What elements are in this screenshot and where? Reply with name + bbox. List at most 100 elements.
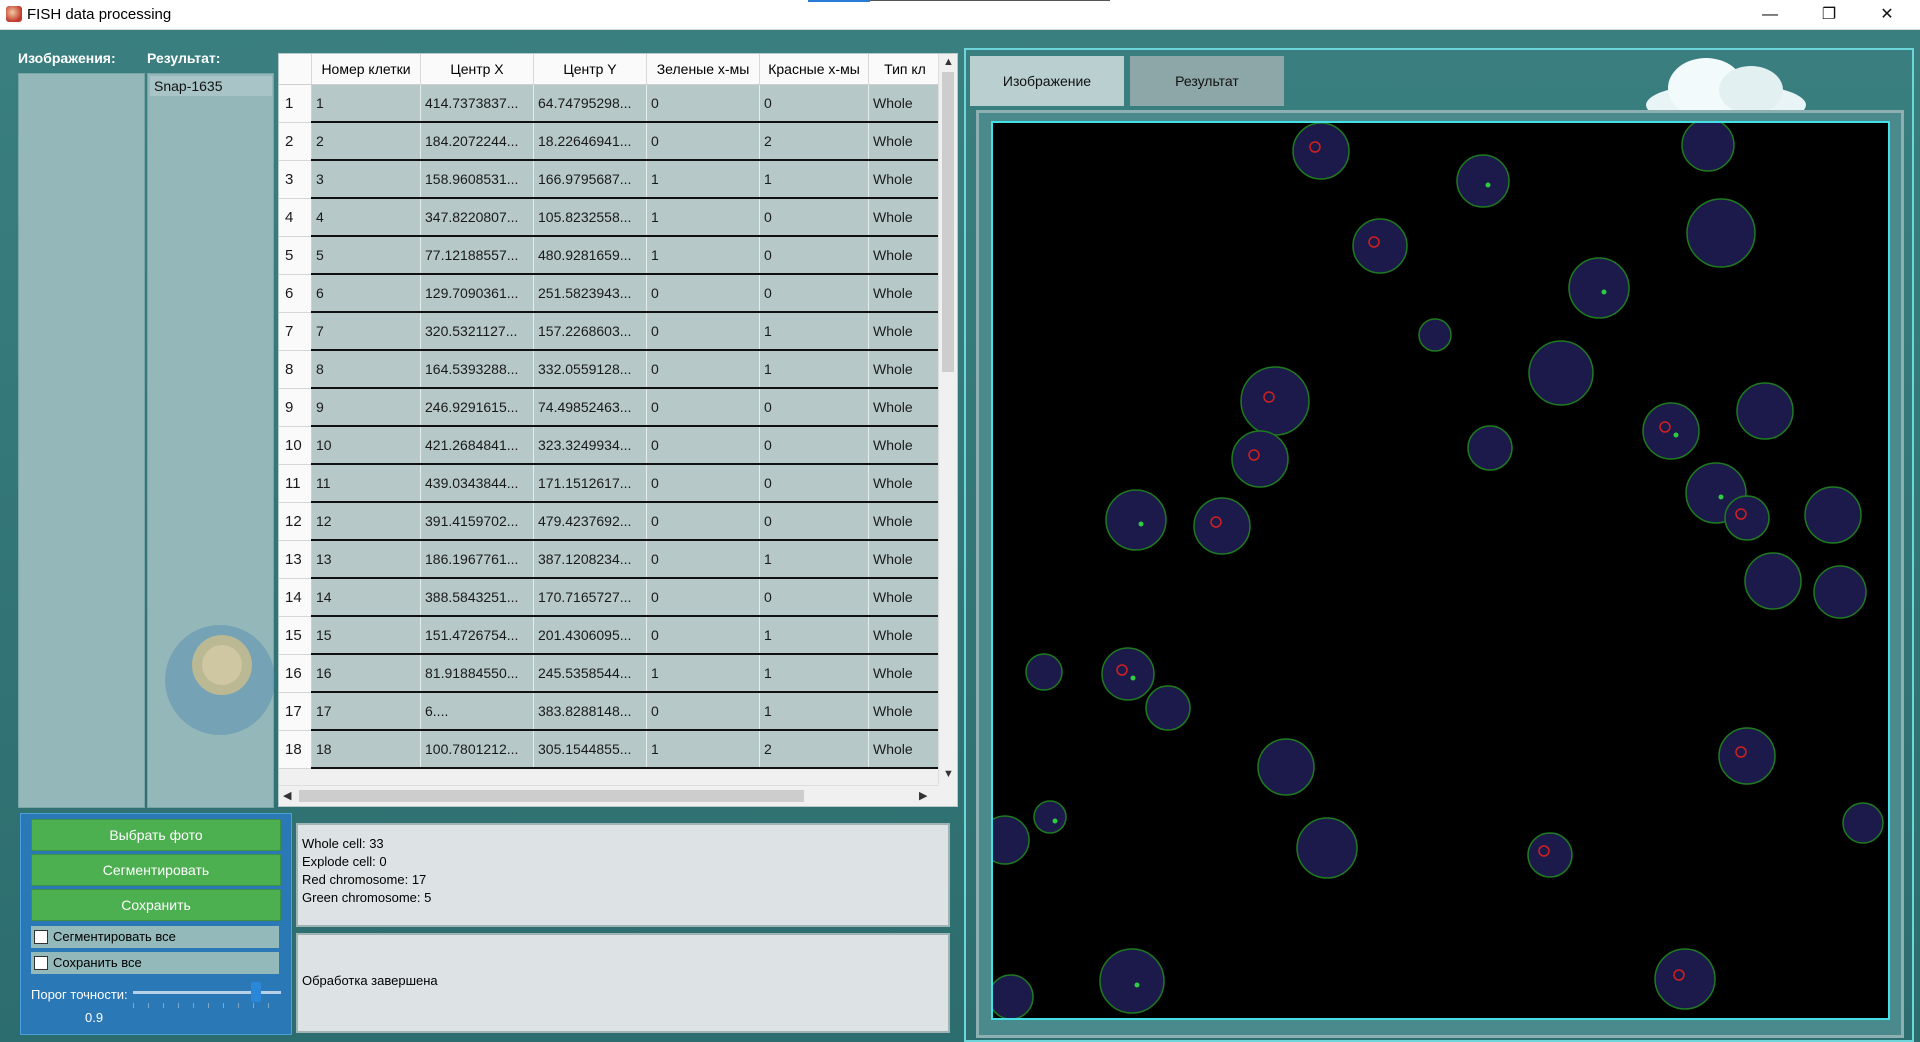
table-cell[interactable]: 0 <box>646 122 760 161</box>
save-button[interactable]: Сохранить <box>31 889 281 921</box>
table-cell[interactable]: 414.7373837... <box>420 84 534 123</box>
table-cell[interactable]: 2 <box>759 122 869 161</box>
table-cell[interactable]: 10 <box>311 426 421 465</box>
table-row[interactable]: 1 1 414.7373837... 64.74795298... 0 0 Whole <box>279 84 942 123</box>
table-row[interactable]: 9 9 246.9291615... 74.49852463... 0 0 Whole <box>279 388 942 427</box>
table-row[interactable]: 8 8 164.5393288... 332.0559128... 0 1 Whole <box>279 350 942 389</box>
table-cell[interactable]: 0 <box>646 540 760 579</box>
row-header[interactable]: 9 <box>279 388 312 427</box>
horizontal-scrollbar[interactable]: ◀ ▶ <box>279 785 939 806</box>
table-cell[interactable]: 2 <box>311 122 421 161</box>
table-cell[interactable]: 0 <box>646 350 760 389</box>
row-header[interactable]: 3 <box>279 160 312 199</box>
table-cell[interactable]: 0 <box>759 274 869 313</box>
table-cell[interactable]: 16 <box>311 654 421 693</box>
checkbox-box[interactable] <box>34 930 48 944</box>
table-cell[interactable]: 0 <box>646 426 760 465</box>
table-row[interactable]: 14 14 388.5843251... 170.7165727... 0 0 Whole <box>279 578 942 617</box>
save-all-checkbox[interactable]: Сохранить все <box>31 952 279 974</box>
table-cell[interactable]: Whole <box>868 274 942 313</box>
table-cell[interactable]: 1 <box>311 84 421 123</box>
table-cell[interactable]: 5 <box>311 236 421 275</box>
table-cell[interactable]: 1 <box>646 236 760 275</box>
row-header[interactable]: 4 <box>279 198 312 237</box>
table-cell[interactable]: 347.8220807... <box>420 198 534 237</box>
table-cell[interactable]: 320.5321127... <box>420 312 534 351</box>
column-header[interactable]: Красные х-мы <box>759 54 869 85</box>
table-cell[interactable]: Whole <box>868 578 942 617</box>
table-row[interactable]: 12 12 391.4159702... 479.4237692... 0 0 Whole <box>279 502 942 541</box>
table-cell[interactable]: 0 <box>759 426 869 465</box>
table-cell[interactable]: 64.74795298... <box>533 84 647 123</box>
vertical-scrollbar[interactable]: ▲ ▼ <box>938 54 957 784</box>
table-cell[interactable]: Whole <box>868 350 942 389</box>
table-row[interactable]: 7 7 320.5321127... 157.2268603... 0 1 Whole <box>279 312 942 351</box>
table-cell[interactable]: 151.4726754... <box>420 616 534 655</box>
column-header[interactable]: Тип кл <box>868 54 942 85</box>
table-cell[interactable]: 323.3249934... <box>533 426 647 465</box>
table-cell[interactable]: Whole <box>868 198 942 237</box>
table-cell[interactable]: 2 <box>759 730 869 769</box>
table-cell[interactable]: 0 <box>646 464 760 503</box>
table-cell[interactable]: 13 <box>311 540 421 579</box>
table-row[interactable]: 18 18 100.7801212... 305.1544855... 1 2 Whole <box>279 730 942 769</box>
table-cell[interactable]: 164.5393288... <box>420 350 534 389</box>
table-cell[interactable]: 0 <box>646 84 760 123</box>
table-cell[interactable]: 332.0559128... <box>533 350 647 389</box>
table-cell[interactable]: 4 <box>311 198 421 237</box>
row-header[interactable]: 16 <box>279 654 312 693</box>
row-header[interactable]: 10 <box>279 426 312 465</box>
table-cell[interactable]: 184.2072244... <box>420 122 534 161</box>
row-header[interactable]: 6 <box>279 274 312 313</box>
table-cell[interactable]: 0 <box>759 388 869 427</box>
table-cell[interactable]: 0 <box>759 84 869 123</box>
row-header[interactable]: 1 <box>279 84 312 123</box>
images-list[interactable] <box>18 73 145 808</box>
table-cell[interactable]: 6.... <box>420 692 534 731</box>
table-row[interactable]: 13 13 186.1967761... 387.1208234... 0 1 Whole <box>279 540 942 579</box>
table-cell[interactable]: 170.7165727... <box>533 578 647 617</box>
table-cell[interactable]: 0 <box>646 692 760 731</box>
row-header[interactable]: 14 <box>279 578 312 617</box>
table-cell[interactable]: 387.1208234... <box>533 540 647 579</box>
table-cell[interactable]: 1 <box>759 540 869 579</box>
table-cell[interactable]: 439.0343844... <box>420 464 534 503</box>
table-cell[interactable]: 0 <box>646 616 760 655</box>
table-cell[interactable]: 0 <box>646 312 760 351</box>
table-row[interactable]: 6 6 129.7090361... 251.5823943... 0 0 Whole <box>279 274 942 313</box>
table-cell[interactable]: 0 <box>759 464 869 503</box>
table-cell[interactable]: 1 <box>759 616 869 655</box>
table-cell[interactable]: Whole <box>868 122 942 161</box>
table-cell[interactable]: 186.1967761... <box>420 540 534 579</box>
table-cell[interactable]: 480.9281659... <box>533 236 647 275</box>
scroll-left-icon[interactable]: ◀ <box>283 789 291 802</box>
table-row[interactable]: 2 2 184.2072244... 18.22646941... 0 2 Whole <box>279 122 942 161</box>
table-cell[interactable]: 166.9795687... <box>533 160 647 199</box>
table-cell[interactable]: Whole <box>868 502 942 541</box>
row-header[interactable]: 13 <box>279 540 312 579</box>
table-row[interactable]: 11 11 439.0343844... 171.1512617... 0 0 Whole <box>279 464 942 503</box>
segment-button[interactable]: Сегментировать <box>31 854 281 886</box>
table-cell[interactable]: 1 <box>646 160 760 199</box>
table-cell[interactable]: 0 <box>759 198 869 237</box>
table-cell[interactable]: 0 <box>759 236 869 275</box>
table-cell[interactable]: Whole <box>868 730 942 769</box>
table-cell[interactable]: 77.12188557... <box>420 236 534 275</box>
table-cell[interactable]: 1 <box>759 692 869 731</box>
table-cell[interactable]: 201.4306095... <box>533 616 647 655</box>
table-cell[interactable]: Whole <box>868 426 942 465</box>
microscopy-image[interactable] <box>991 121 1890 1020</box>
table-cell[interactable]: 1 <box>646 198 760 237</box>
row-header[interactable]: 11 <box>279 464 312 503</box>
table-cell[interactable]: 1 <box>759 654 869 693</box>
checkbox-box[interactable] <box>34 956 48 970</box>
row-header[interactable]: 7 <box>279 312 312 351</box>
close-button[interactable]: ✕ <box>1858 0 1916 29</box>
table-cell[interactable]: 1 <box>759 312 869 351</box>
table-cell[interactable]: Whole <box>868 654 942 693</box>
table-cell[interactable]: Whole <box>868 616 942 655</box>
column-header[interactable]: Центр X <box>420 54 534 85</box>
table-cell[interactable]: Whole <box>868 312 942 351</box>
table-cell[interactable]: 105.8232558... <box>533 198 647 237</box>
table-cell[interactable]: 17 <box>311 692 421 731</box>
